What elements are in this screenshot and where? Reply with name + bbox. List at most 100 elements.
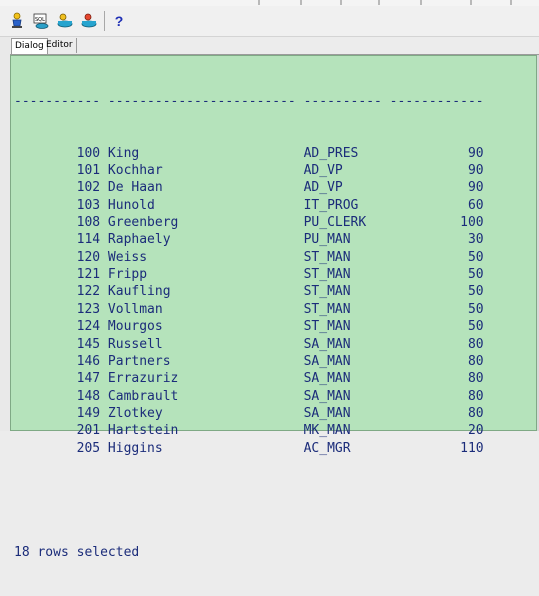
cell-job-id: AD_PRES <box>303 145 390 161</box>
table-row: 121 Fripp ST_MAN 50 <box>14 266 534 283</box>
cell-department-id: 50 <box>389 284 484 300</box>
cell-last-name: Greenberg <box>107 215 304 231</box>
cell-job-id: IT_PROG <box>303 197 390 213</box>
database-connect-icon <box>57 13 73 28</box>
cell-last-name: Kaufling <box>107 284 304 300</box>
cell-department-id: 60 <box>389 197 484 213</box>
help-button[interactable]: ? <box>108 10 130 32</box>
toolbar-handle <box>300 0 302 5</box>
cell-job-id: AD_VP <box>303 163 390 179</box>
tab-editor[interactable]: Editor <box>43 38 77 53</box>
cell-last-name: Kochhar <box>107 163 304 179</box>
toolbar-handle <box>378 0 380 5</box>
cell-employee-id: 123 <box>14 301 108 317</box>
cell-department-id: 80 <box>389 353 484 369</box>
cell-employee-id: 102 <box>14 180 108 196</box>
table-row: 149 Zlotkey SA_MAN 80 <box>14 405 534 422</box>
toolbar: SQL ? <box>0 6 539 37</box>
output-pane[interactable]: ----------- ------------------------ ---… <box>10 55 537 560</box>
cell-employee-id: 114 <box>14 232 108 248</box>
cell-job-id: ST_MAN <box>303 249 390 265</box>
cell-job-id: SA_MAN <box>303 353 390 369</box>
query-output: ----------- ------------------------ ---… <box>14 58 534 596</box>
cell-employee-id: 148 <box>14 388 108 404</box>
status-line: 18 rows selected <box>14 544 140 560</box>
cell-job-id: SA_MAN <box>303 336 390 352</box>
table-row: 114 Raphaely PU_MAN 30 <box>14 231 534 248</box>
cell-last-name: King <box>107 145 304 161</box>
table-row: 146 Partners SA_MAN 80 <box>14 353 534 370</box>
cell-employee-id: 121 <box>14 267 108 283</box>
cell-job-id: ST_MAN <box>303 284 390 300</box>
cell-employee-id: 120 <box>14 249 108 265</box>
cell-department-id: 50 <box>389 267 484 283</box>
cell-employee-id: 145 <box>14 336 108 352</box>
cell-department-id: 110 <box>389 440 484 456</box>
table-row: 101 Kochhar AD_VP 90 <box>14 162 534 179</box>
table-row: 122 Kaufling ST_MAN 50 <box>14 283 534 300</box>
toolbar-handle <box>420 0 422 5</box>
cell-employee-id: 108 <box>14 215 108 231</box>
cell-job-id: ST_MAN <box>303 301 390 317</box>
cell-job-id: SA_MAN <box>303 405 390 421</box>
toolbar-handle <box>258 0 260 5</box>
cell-last-name: De Haan <box>107 180 304 196</box>
cell-department-id: 90 <box>389 180 484 196</box>
cell-job-id: AD_VP <box>303 180 390 196</box>
cell-last-name: Raphaely <box>107 232 304 248</box>
help-icon: ? <box>114 13 124 29</box>
run-button[interactable] <box>6 10 28 32</box>
cell-last-name: Fripp <box>107 267 304 283</box>
cell-department-id: 100 <box>389 215 484 231</box>
table-row: 123 Vollman ST_MAN 50 <box>14 301 534 318</box>
table-row: 108 Greenberg PU_CLERK 100 <box>14 214 534 231</box>
cell-job-id: ST_MAN <box>303 319 390 335</box>
result-rows: 100 King AD_PRES 90 101 Kochhar AD_VP 90… <box>14 145 534 457</box>
open-sql-button[interactable]: SQL <box>30 10 52 32</box>
table-row: 147 Errazuriz SA_MAN 80 <box>14 370 534 387</box>
table-row: 103 Hunold IT_PROG 60 <box>14 197 534 214</box>
table-row: 145 Russell SA_MAN 80 <box>14 336 534 353</box>
table-row: 124 Mourgos ST_MAN 50 <box>14 318 534 335</box>
sql-file-icon: SQL <box>33 13 49 29</box>
cell-department-id: 80 <box>389 371 484 387</box>
toolbar-handle <box>510 0 512 5</box>
cell-department-id: 90 <box>389 163 484 179</box>
connect-button[interactable] <box>54 10 76 32</box>
cell-job-id: PU_CLERK <box>303 215 390 231</box>
cell-job-id: ST_MAN <box>303 267 390 283</box>
cell-employee-id: 100 <box>14 145 108 161</box>
cell-employee-id: 146 <box>14 353 108 369</box>
table-row: 148 Cambrault SA_MAN 80 <box>14 388 534 405</box>
cell-employee-id: 122 <box>14 284 108 300</box>
cell-employee-id: 101 <box>14 163 108 179</box>
cell-last-name: Vollman <box>107 301 304 317</box>
toolbar-separator <box>104 11 105 31</box>
cell-last-name: Higgins <box>107 440 304 456</box>
disconnect-button[interactable] <box>78 10 100 32</box>
cell-job-id: SA_MAN <box>303 388 390 404</box>
table-row: 102 De Haan AD_VP 90 <box>14 179 534 196</box>
cell-last-name: Cambrault <box>107 388 304 404</box>
cell-last-name: Weiss <box>107 249 304 265</box>
table-row: 100 King AD_PRES 90 <box>14 145 534 162</box>
cell-department-id: 80 <box>389 336 484 352</box>
cell-last-name: Hunold <box>107 197 304 213</box>
cell-department-id: 50 <box>389 249 484 265</box>
cell-job-id: AC_MGR <box>303 440 390 456</box>
person-run-icon <box>12 12 22 28</box>
toolbar-handle <box>470 0 472 5</box>
database-disconnect-icon <box>81 13 97 28</box>
table-row: 205 Higgins AC_MGR 110 <box>14 440 534 457</box>
column-separator-line: ----------- ------------------------ ---… <box>14 93 484 109</box>
cell-last-name: Mourgos <box>107 319 304 335</box>
cell-department-id: 80 <box>389 388 484 404</box>
svg-text:SQL: SQL <box>35 17 45 23</box>
toolbar-handle <box>340 0 342 5</box>
cell-employee-id: 205 <box>14 440 108 456</box>
cell-department-id: 90 <box>389 145 484 161</box>
cell-department-id: 30 <box>389 232 484 248</box>
cell-last-name: Russell <box>107 336 304 352</box>
cell-last-name: Errazuriz <box>107 371 304 387</box>
cell-job-id: PU_MAN <box>303 232 390 248</box>
